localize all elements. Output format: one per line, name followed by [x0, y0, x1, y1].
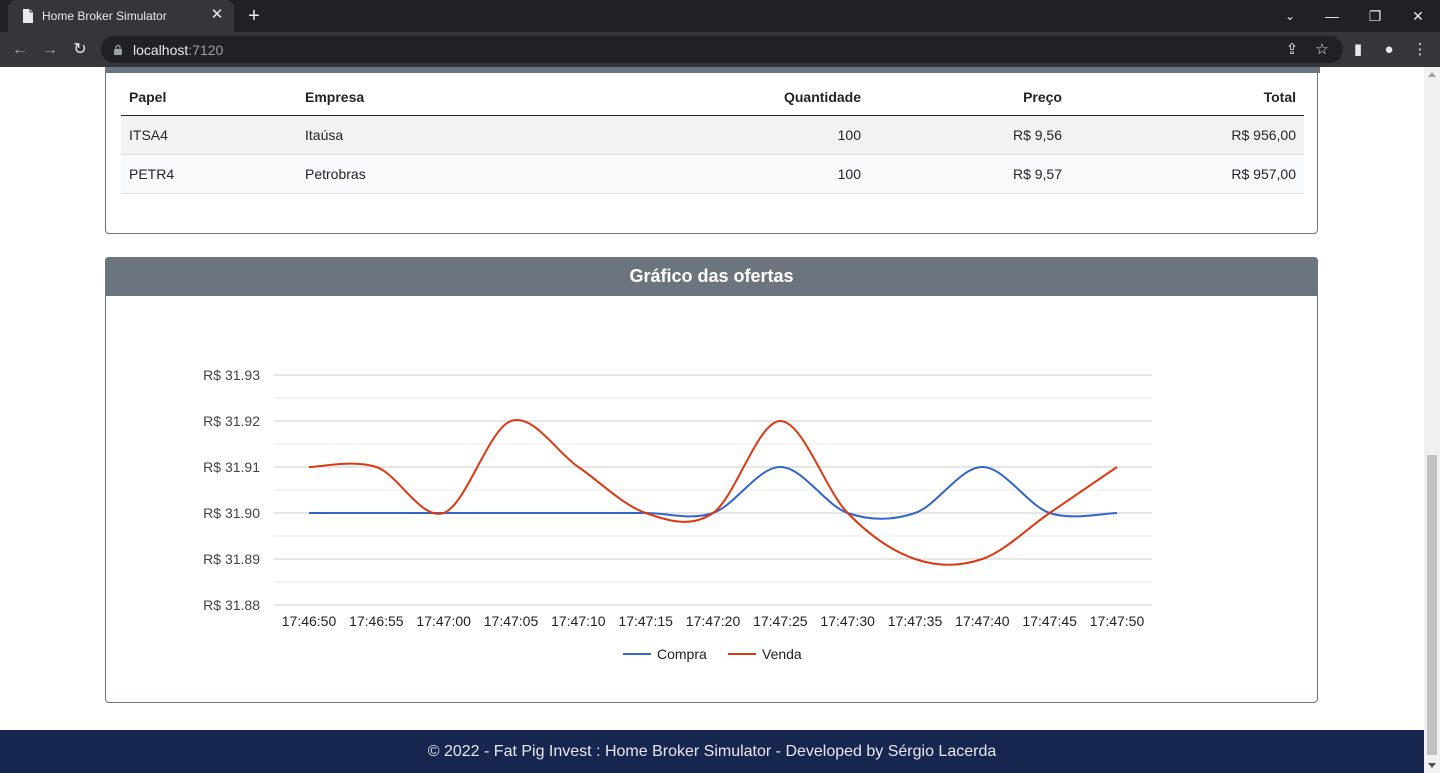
page-scrollbar[interactable] [1424, 67, 1440, 773]
back-icon[interactable]: ← [8, 38, 32, 62]
x-tick-label: 17:47:35 [888, 613, 943, 629]
url-host: localhost [133, 42, 189, 58]
menu-kebab-icon[interactable]: ⋮ [1408, 38, 1432, 62]
x-tick-label: 17:47:10 [551, 613, 606, 629]
y-tick-label: R$ 31.93 [203, 367, 260, 383]
x-tick-label: 17:47:15 [618, 613, 673, 629]
x-tick-label: 17:46:55 [349, 613, 404, 629]
cell-empresa: Petrobras [297, 154, 613, 194]
x-tick-label: 17:46:50 [282, 613, 337, 629]
column-header-empresa: Empresa [297, 78, 613, 116]
tab-title: Home Broker Simulator [42, 9, 167, 23]
cell-papel: PETR4 [121, 154, 297, 194]
y-tick-label: R$ 31.90 [203, 505, 260, 521]
scroll-down-arrow-icon[interactable] [1428, 763, 1436, 768]
column-header-total: Total [1070, 78, 1304, 116]
legend-label: Venda [762, 646, 802, 662]
x-tick-label: 17:47:50 [1090, 613, 1145, 629]
footer-text: © 2022 - Fat Pig Invest : Home Broker Si… [427, 743, 997, 760]
profile-avatar-icon[interactable]: ● [1377, 38, 1401, 62]
footer: © 2022 - Fat Pig Invest : Home Broker Si… [0, 730, 1424, 773]
y-tick-label: R$ 31.88 [203, 597, 260, 613]
cell-empresa: Itaúsa [297, 115, 613, 155]
x-tick-label: 17:47:05 [484, 613, 539, 629]
cell-quantidade: 100 [613, 115, 869, 155]
scrollbar-thumb[interactable] [1427, 455, 1437, 755]
x-tick-label: 17:47:30 [820, 613, 875, 629]
offers-chart-card: Gráfico das ofertas R$ 31.93 R$ 31.92 R$ 3… [105, 257, 1318, 703]
y-tick-label: R$ 31.89 [203, 551, 260, 567]
cell-total: R$ 956,00 [1070, 115, 1304, 155]
cell-quantidade: 100 [613, 154, 869, 194]
series-line-venda [308, 419, 1118, 566]
side-panel-icon[interactable]: ▮ [1346, 38, 1370, 62]
url-port: :7120 [188, 42, 224, 58]
share-icon[interactable]: ⇪ [1280, 38, 1304, 62]
table-row: ITSA4 Itaúsa 100 R$ 9,56 R$ 956,00 [121, 115, 1304, 155]
orders-table: Papel Empresa Quantidade Preço Total ITS… [121, 78, 1304, 194]
browser-tab[interactable]: Home Broker Simulator ✕ [8, 0, 234, 32]
cell-preco: R$ 9,57 [869, 154, 1070, 194]
column-header-papel: Papel [121, 78, 297, 116]
minimize-icon[interactable]: — [1310, 0, 1354, 32]
table-header-row: Papel Empresa Quantidade Preço Total [121, 78, 1304, 116]
url-text: localhost:7120 [133, 42, 223, 58]
x-tick-label: 17:47:20 [686, 613, 741, 629]
bookmark-star-icon[interactable]: ☆ [1310, 38, 1334, 62]
column-header-quantidade: Quantidade [613, 78, 869, 116]
page-content: Papel Empresa Quantidade Preço Total ITS… [0, 67, 1424, 773]
scroll-up-arrow-icon[interactable] [1428, 72, 1436, 77]
close-window-icon[interactable]: ✕ [1396, 0, 1440, 32]
address-bar[interactable]: localhost:7120 [101, 36, 1343, 63]
orders-card-header [105, 67, 1320, 73]
legend-label: Compra [657, 646, 707, 662]
browser-toolbar: ← → ↻ localhost:7120 ⇪ ☆ ▮ ● ⋮ [0, 32, 1440, 67]
y-tick-label: R$ 31.91 [203, 459, 260, 475]
lock-icon [114, 44, 122, 55]
x-tick-label: 17:47:40 [955, 613, 1010, 629]
cell-total: R$ 957,00 [1070, 154, 1304, 194]
forward-icon[interactable]: → [38, 38, 62, 62]
x-tick-label: 17:47:00 [416, 613, 471, 629]
orders-card: Papel Empresa Quantidade Preço Total ITS… [105, 67, 1320, 234]
x-tick-label: 17:47:45 [1022, 613, 1077, 629]
column-header-preco: Preço [869, 78, 1070, 116]
cell-preco: R$ 9,56 [869, 115, 1070, 155]
reload-icon[interactable]: ↻ [68, 38, 92, 62]
table-row: PETR4 Petrobras 100 R$ 9,57 R$ 957,00 [121, 154, 1304, 194]
restore-icon[interactable]: ❐ [1353, 0, 1397, 32]
tab-search-chevron-icon[interactable]: ⌄ [1268, 0, 1312, 32]
x-tick-label: 17:47:25 [753, 613, 808, 629]
new-tab-icon[interactable]: + [243, 5, 265, 27]
close-tab-icon[interactable]: ✕ [208, 6, 226, 24]
offers-line-chart: R$ 31.93 R$ 31.92 R$ 31.91 R$ 31.90 R$ 31.89… [203, 367, 1152, 662]
browser-tab-strip: Home Broker Simulator ✕ + ⌄ — ❐ ✕ [0, 0, 1440, 32]
y-tick-label: R$ 31.92 [203, 413, 260, 429]
page-icon [23, 9, 33, 23]
cell-papel: ITSA4 [121, 115, 297, 155]
